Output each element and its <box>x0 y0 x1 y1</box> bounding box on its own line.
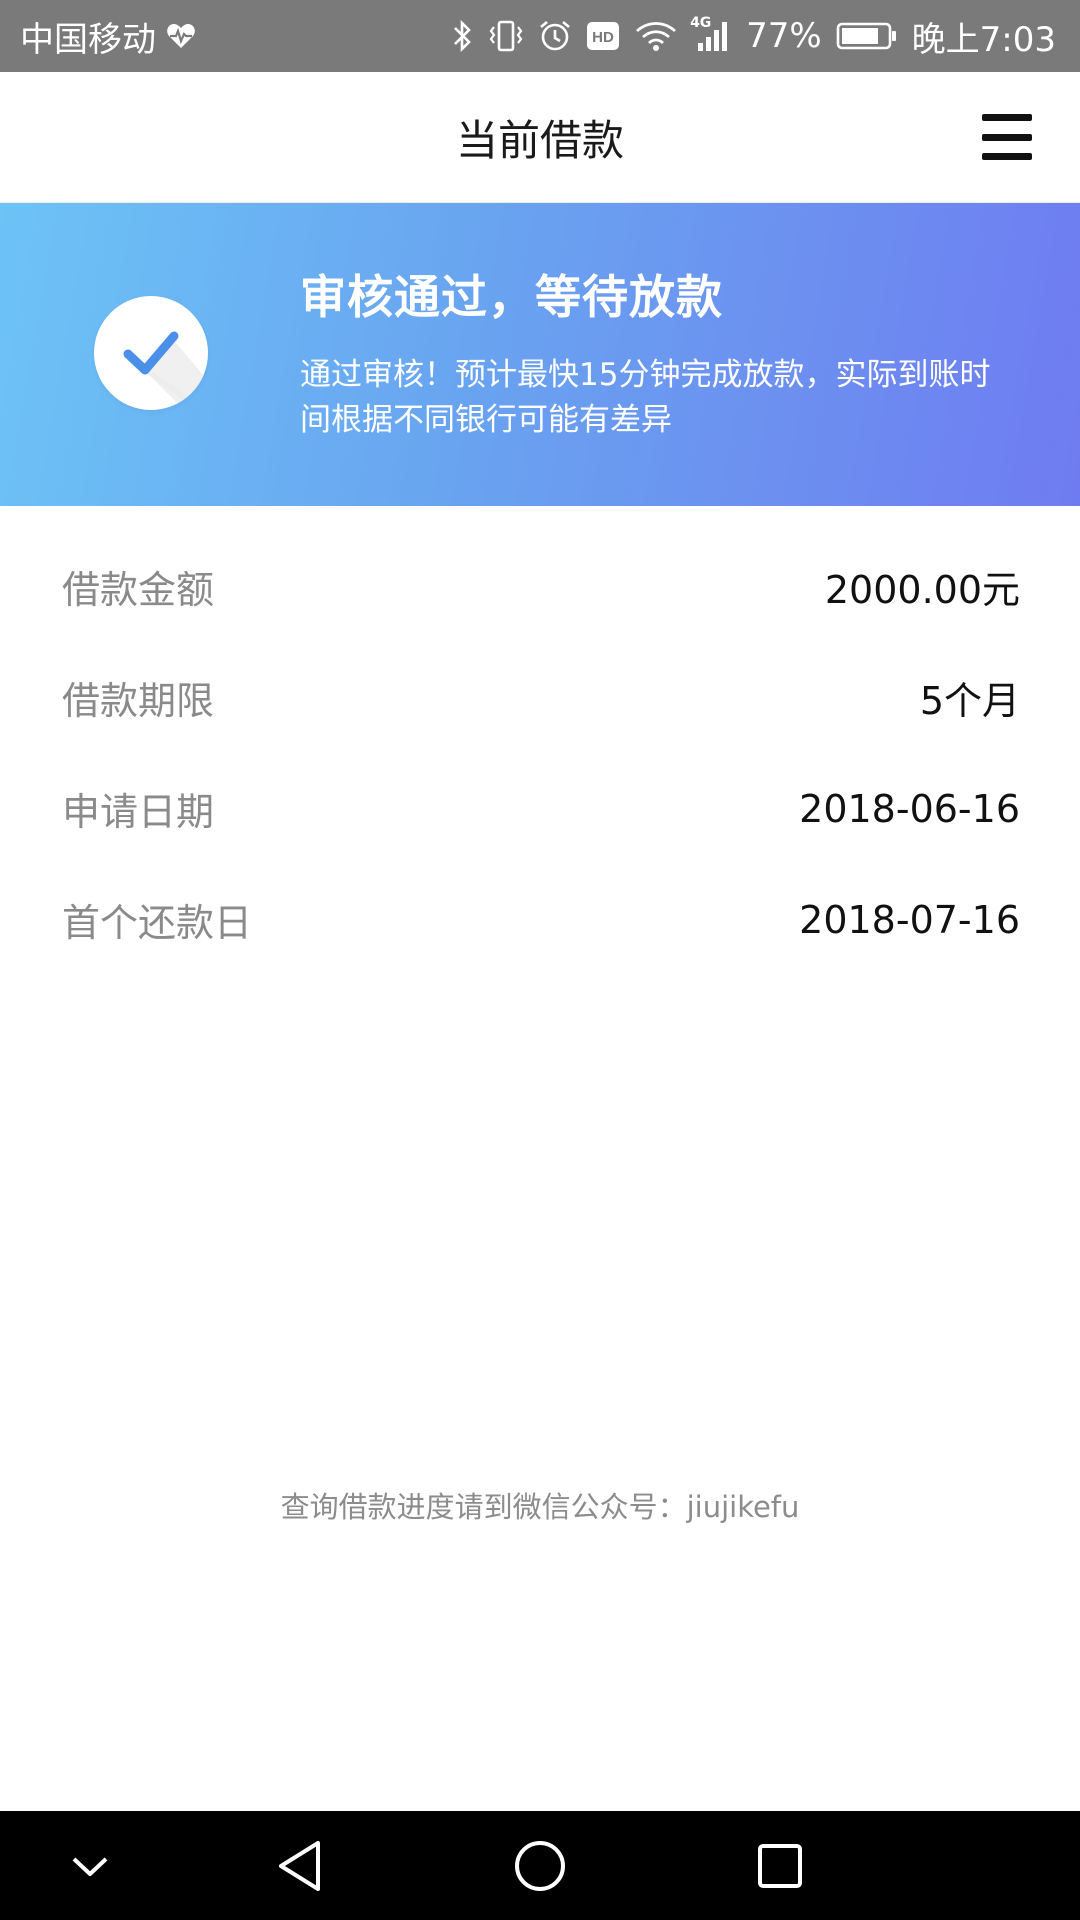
vibrate-icon <box>488 19 524 53</box>
recents-button[interactable] <box>740 1811 820 1920</box>
carrier-name: 中国移动 <box>20 19 156 60</box>
banner-description: 通过审核！预计最快15分钟完成放款，实际到账时间根据不同银行可能有差异 <box>300 357 991 438</box>
detail-label: 借款期限 <box>62 679 215 723</box>
detail-value: 5个月 <box>919 679 1020 723</box>
hd-badge-text: HD <box>592 29 614 46</box>
detail-row-term: 借款期限 5个月 <box>0 642 1080 753</box>
chevron-down-icon <box>72 1857 108 1876</box>
clock-time: 晚上7:03 <box>911 19 1056 60</box>
recents-square-icon <box>758 1843 802 1888</box>
status-bar: 中国移动 HD 4G 77% 晚上7:03 <box>0 0 1080 72</box>
banner-title: 审核通过，等待放款 <box>300 270 723 324</box>
detail-value: 2018-07-16 <box>799 897 1020 942</box>
hd-icon: HD <box>586 21 620 51</box>
hamburger-menu-icon <box>982 114 1032 121</box>
detail-label: 借款金额 <box>62 568 215 612</box>
status-right: HD 4G 77% 晚上7:03 <box>452 12 1056 61</box>
network-type: 4G <box>690 15 712 31</box>
detail-label: 首个还款日 <box>62 901 253 945</box>
status-left: 中国移动 <box>20 12 196 61</box>
alarm-icon <box>538 19 572 53</box>
home-button[interactable] <box>500 1811 580 1920</box>
back-button[interactable] <box>260 1811 340 1920</box>
back-triangle-icon <box>279 1840 320 1891</box>
status-banner: 审核通过，等待放款 通过审核！预计最快15分钟完成放款，实际到账时间根据不同银行… <box>0 203 1080 506</box>
navigation-bar <box>0 1811 1080 1920</box>
home-circle-icon <box>515 1840 565 1891</box>
hamburger-menu-icon-line <box>982 153 1032 160</box>
detail-row-first-repayment: 首个还款日 2018-07-16 <box>0 864 1080 975</box>
hamburger-menu-icon-line <box>982 133 1032 141</box>
detail-row-apply-date: 申请日期 2018-06-16 <box>0 753 1080 864</box>
loan-details: 借款金额 2000.00元 借款期限 5个月 申请日期 2018-06-16 首… <box>0 506 1080 975</box>
wifi-icon <box>634 19 678 53</box>
detail-row-amount: 借款金额 2000.00元 <box>0 531 1080 642</box>
detail-label: 申请日期 <box>62 790 215 834</box>
check-circle-icon <box>94 296 208 410</box>
heart-pulse-icon <box>166 22 196 50</box>
signal-icon: 4G <box>690 15 732 53</box>
detail-value: 2018-06-16 <box>799 786 1020 831</box>
menu-button[interactable] <box>974 106 1040 168</box>
battery-percent: 77% <box>746 16 822 56</box>
screen: 中国移动 HD 4G 77% 晚上7:03 当前借款 审核通过，等待放款 通过审… <box>0 0 1080 1920</box>
page-title: 当前借款 <box>455 116 624 165</box>
app-header: 当前借款 <box>0 72 1080 203</box>
bluetooth-icon <box>452 18 474 54</box>
detail-value: 2000.00元 <box>824 568 1020 612</box>
hide-nav-button[interactable] <box>50 1811 130 1920</box>
footer-note: 查询借款进度请到微信公众号：jiujikefu <box>280 1490 800 1524</box>
battery-icon <box>836 21 898 51</box>
